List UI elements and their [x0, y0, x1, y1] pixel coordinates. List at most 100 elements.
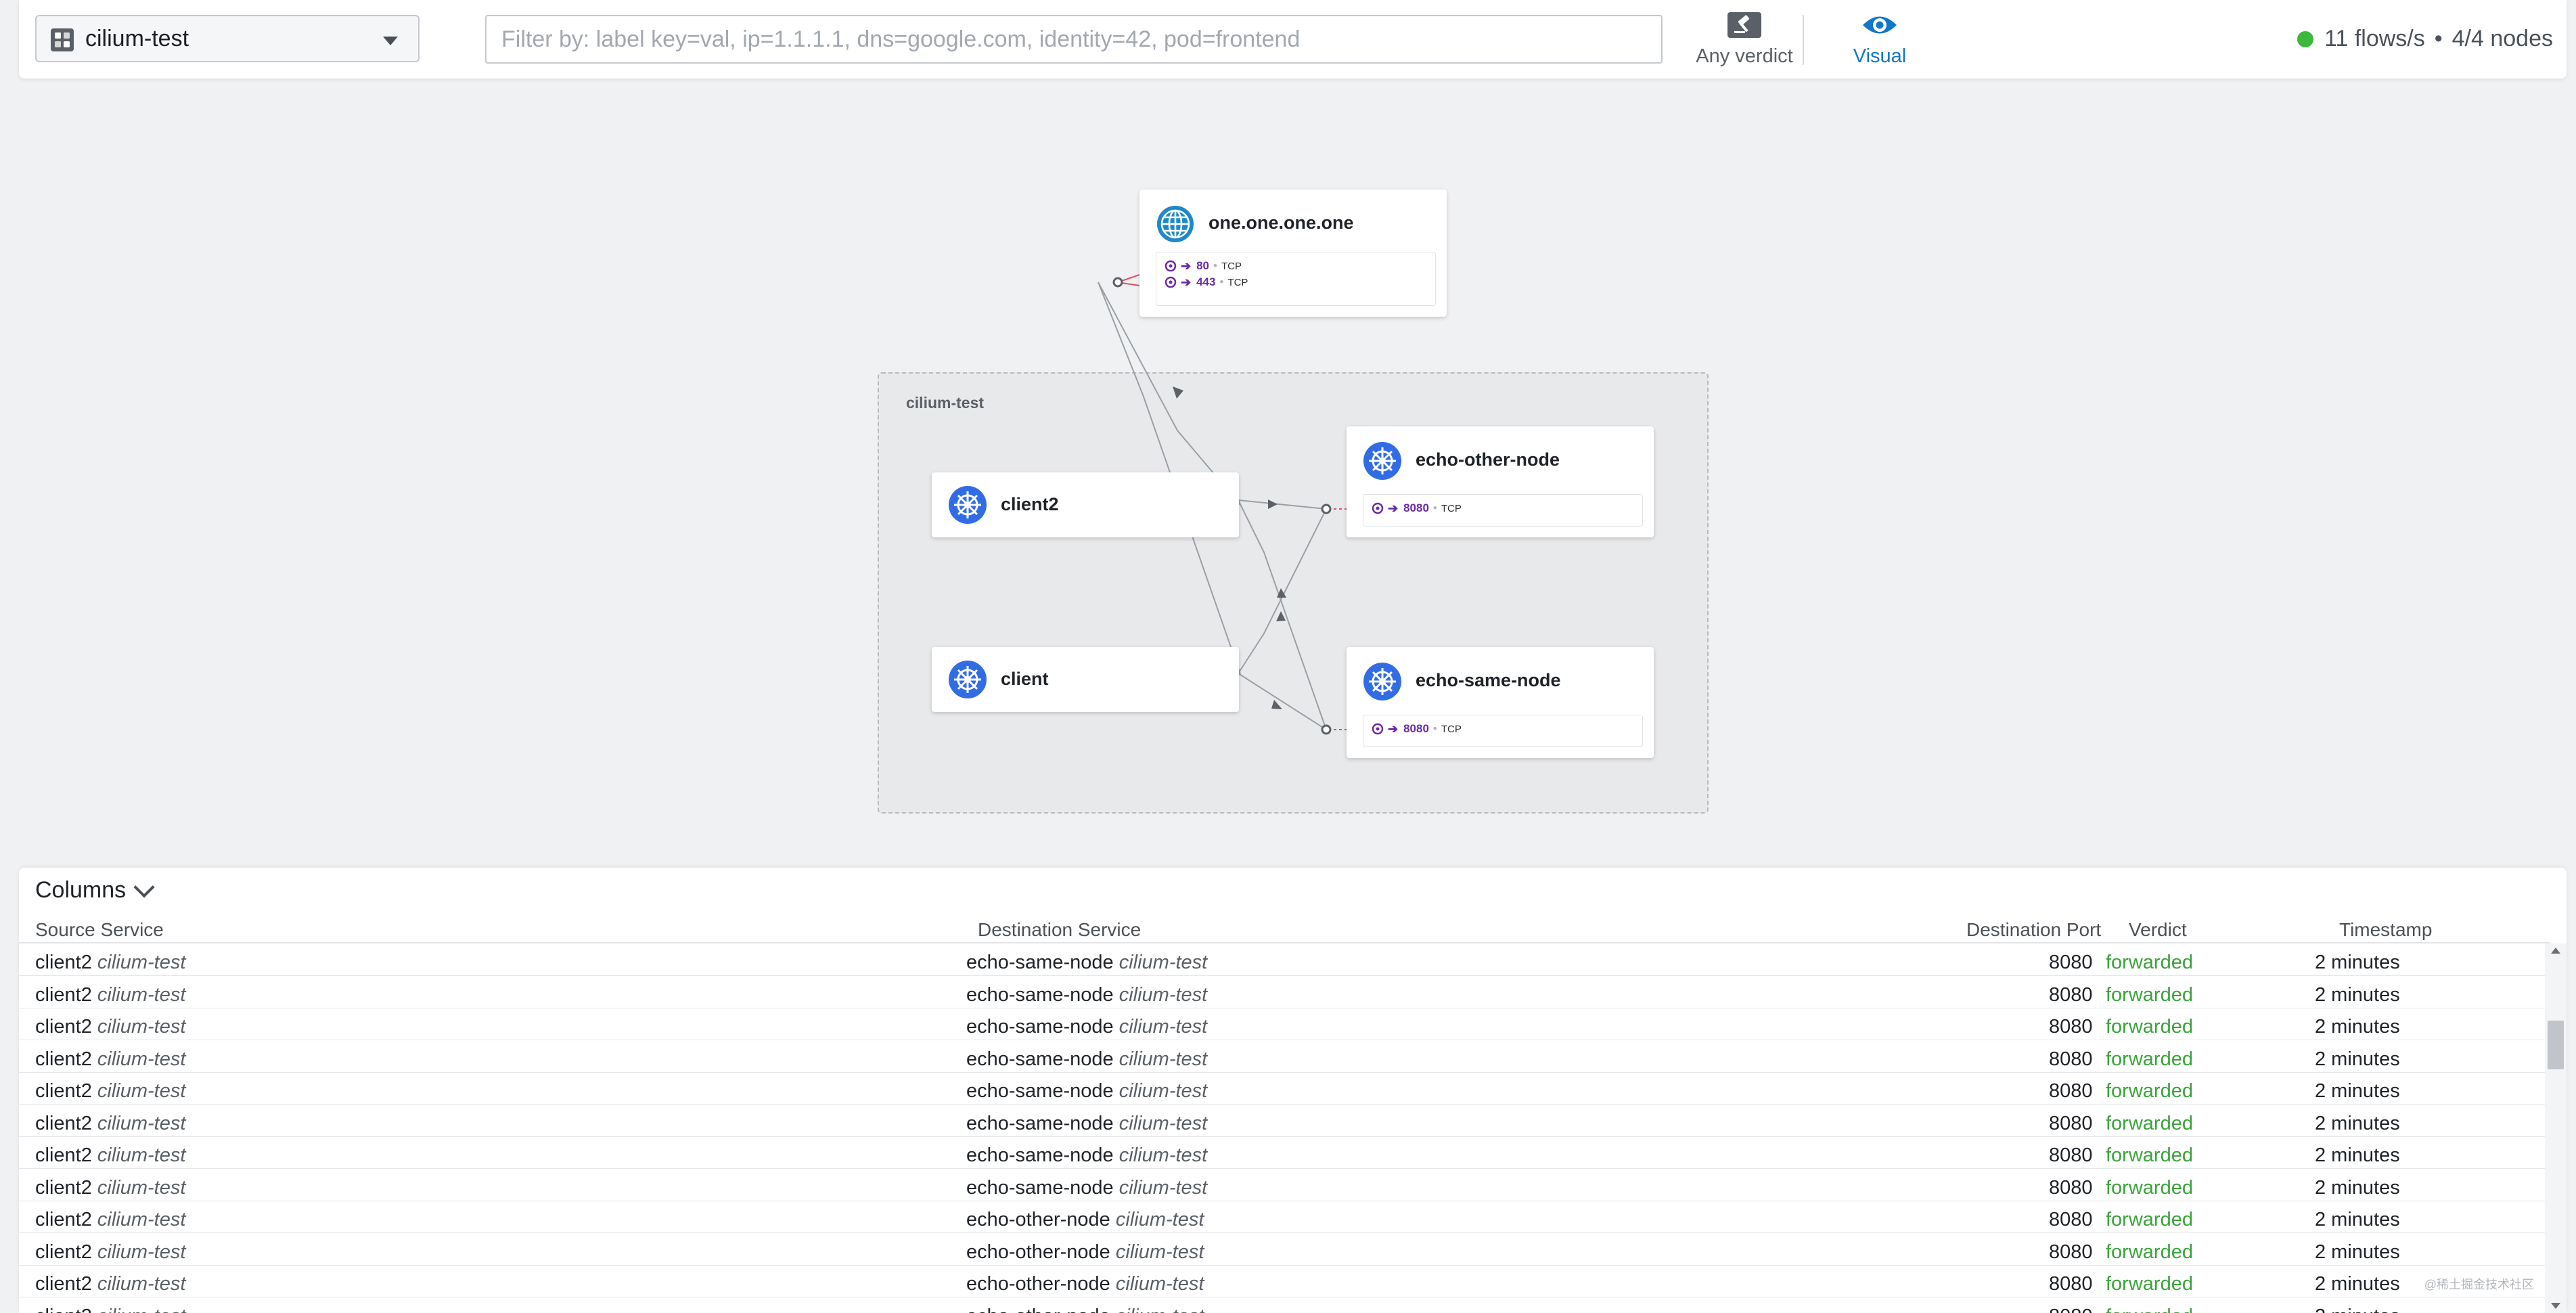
edge-port-link — [1117, 282, 1140, 286]
destination-name: echo-same-node — [966, 983, 1114, 1006]
columns-toggle-button[interactable]: Columns — [35, 876, 155, 904]
timestamp: 2 minutes — [2315, 1306, 2400, 1313]
header-timestamp[interactable]: Timestamp — [2339, 919, 2432, 941]
destination-port: 8080 — [2049, 1273, 2093, 1295]
namespace-value: cilium-test — [85, 25, 189, 51]
destination-namespace: cilium-test — [1115, 1209, 1204, 1230]
service-map[interactable]: cilium-test one.one.one.one ➔ 80 • TCP ➔… — [0, 79, 2576, 864]
destination-name: echo-same-node — [966, 952, 1114, 973]
verdict: forwarded — [2106, 1241, 2193, 1263]
table-row[interactable]: client2 cilium-test echo-other-node ciliu… — [19, 1297, 2550, 1313]
service-card-client[interactable]: client — [932, 647, 1239, 712]
arrow-right-icon: ➔ — [1388, 721, 1399, 736]
table-row[interactable]: client2 cilium-test echo-same-node cilium… — [19, 1008, 2550, 1040]
timestamp: 2 minutes — [2315, 1241, 2400, 1263]
verdict-filter-button[interactable]: Any verdict — [1663, 9, 1826, 70]
source-service: client2 cilium-test — [35, 1080, 185, 1103]
scroll-up-icon[interactable] — [2551, 948, 2560, 954]
source-service: client2 cilium-test — [35, 1048, 185, 1071]
filter-input[interactable] — [485, 15, 1663, 64]
source-namespace: cilium-test — [97, 1016, 186, 1038]
service-card-echo-other-node[interactable]: echo-other-node ➔ 8080 • TCP — [1347, 426, 1654, 537]
source-namespace: cilium-test — [97, 1306, 186, 1313]
port-protocol: TCP — [1221, 260, 1242, 272]
destination-name: echo-other-node — [966, 1209, 1110, 1230]
source-namespace: cilium-test — [97, 1209, 186, 1230]
source-namespace: cilium-test — [97, 1176, 186, 1199]
flows-rate: 11 flows/s — [2324, 26, 2425, 51]
port-separator: • — [1219, 275, 1224, 288]
table-scrollbar[interactable] — [2545, 943, 2567, 1313]
destination-service: echo-same-node cilium-test — [966, 1048, 1207, 1071]
source-namespace: cilium-test — [97, 1241, 186, 1263]
destination-service: echo-same-node cilium-test — [966, 1113, 1207, 1135]
destination-name: echo-same-node — [966, 1080, 1114, 1102]
port-row: ➔ 443 • TCP — [1165, 274, 1427, 290]
scroll-down-icon[interactable] — [2551, 1303, 2560, 1309]
table-row[interactable]: client2 cilium-test echo-same-node cilium… — [19, 1169, 2550, 1201]
namespace-selector[interactable]: cilium-test — [35, 15, 420, 62]
header-destination-port[interactable]: Destination Port — [1966, 919, 2101, 941]
status-separator: • — [2434, 26, 2443, 51]
table-row[interactable]: client2 cilium-test echo-same-node cilium… — [19, 1136, 2550, 1169]
timestamp: 2 minutes — [2315, 1176, 2400, 1199]
source-name: client2 — [35, 983, 92, 1006]
table-row[interactable]: client2 cilium-testecho-other-node ciliu… — [19, 1233, 2550, 1266]
destination-port: 8080 — [2049, 1209, 2093, 1230]
nodes-count: 4/4 nodes — [2451, 26, 2553, 51]
port-number: 80 — [1196, 259, 1210, 272]
verdict: forwarded — [2106, 1048, 2193, 1070]
verdict: forwarded — [2106, 1273, 2193, 1295]
gavel-icon — [1727, 12, 1761, 38]
port-number: 443 — [1196, 275, 1216, 288]
eye-icon — [1863, 16, 1897, 34]
table-row[interactable]: client2 cilium-testecho-other-node ciliu… — [19, 1265, 2550, 1297]
destination-port: 8080 — [2049, 1112, 2093, 1134]
port-number: 8080 — [1403, 722, 1429, 735]
table-row[interactable]: client2 cilium-test echo-same-node cilium… — [19, 1040, 2550, 1073]
destination-service: echo-other-node cilium-test — [966, 1306, 1204, 1313]
service-card-echo-same-node[interactable]: echo-same-node ➔ 8080 • TCP — [1347, 647, 1654, 758]
destination-namespace: cilium-test — [1118, 952, 1208, 973]
service-name: echo-same-node — [1416, 670, 1561, 690]
visual-toggle-button[interactable]: Visual — [1826, 9, 1934, 70]
destination-namespace: cilium-test — [1118, 1080, 1208, 1102]
table-row[interactable]: client2 cilium-test echo-same-node cilium… — [19, 976, 2550, 1008]
source-namespace: cilium-test — [97, 952, 186, 973]
header-source-service[interactable]: Source Service — [35, 919, 164, 941]
header-destination-service[interactable]: Destination Service — [978, 919, 1141, 941]
table-row[interactable]: client2 cilium-testecho-other-node ciliu… — [19, 1201, 2550, 1233]
destination-name: echo-other-node — [966, 1306, 1110, 1313]
destination-namespace: cilium-test — [1118, 1016, 1208, 1038]
scrollbar-thumb[interactable] — [2548, 1021, 2564, 1069]
table-row[interactable]: client2 cilium-test echo-same-node cilium… — [19, 1105, 2550, 1137]
destination-port: 8080 — [2049, 1306, 2093, 1313]
source-name: client2 — [35, 1306, 92, 1313]
destination-service: echo-same-node cilium-test — [966, 984, 1207, 1006]
destination-service: echo-same-node cilium-test — [966, 1016, 1207, 1038]
port-row: ➔ 8080 • TCP — [1372, 500, 1634, 516]
destination-namespace: cilium-test — [1118, 1112, 1208, 1134]
verdict: forwarded — [2106, 1306, 2193, 1313]
source-name: client2 — [35, 1048, 92, 1070]
globe-icon — [1157, 206, 1194, 242]
header-verdict[interactable]: Verdict — [2129, 919, 2187, 941]
toolbar-divider — [1803, 15, 1804, 65]
edge-junction — [1112, 277, 1123, 288]
destination-namespace: cilium-test — [1115, 1273, 1204, 1295]
timestamp: 2 minutes — [2315, 1144, 2400, 1166]
destination-namespace: cilium-test — [1118, 1048, 1208, 1070]
service-card-one-one-one-one[interactable]: one.one.one.one ➔ 80 • TCP ➔ 443 • TCP — [1139, 190, 1447, 317]
table-row[interactable]: client2 cilium-test echo-same-node cilium… — [19, 943, 2550, 976]
table-row[interactable]: client2 cilium-test echo-same-node cilium… — [19, 1072, 2550, 1105]
service-name: client — [1001, 669, 1049, 689]
timestamp: 2 minutes — [2315, 1112, 2400, 1134]
port-icon — [1372, 723, 1384, 735]
verdict: forwarded — [2106, 1144, 2193, 1166]
port-row: ➔ 8080 • TCP — [1372, 721, 1634, 737]
service-name: client2 — [1001, 494, 1059, 514]
source-name: client2 — [35, 1016, 92, 1038]
source-name: client2 — [35, 1209, 92, 1230]
flows-panel: Columns Source Service Destination Servi… — [19, 868, 2567, 1313]
service-card-client2[interactable]: client2 — [932, 472, 1239, 537]
